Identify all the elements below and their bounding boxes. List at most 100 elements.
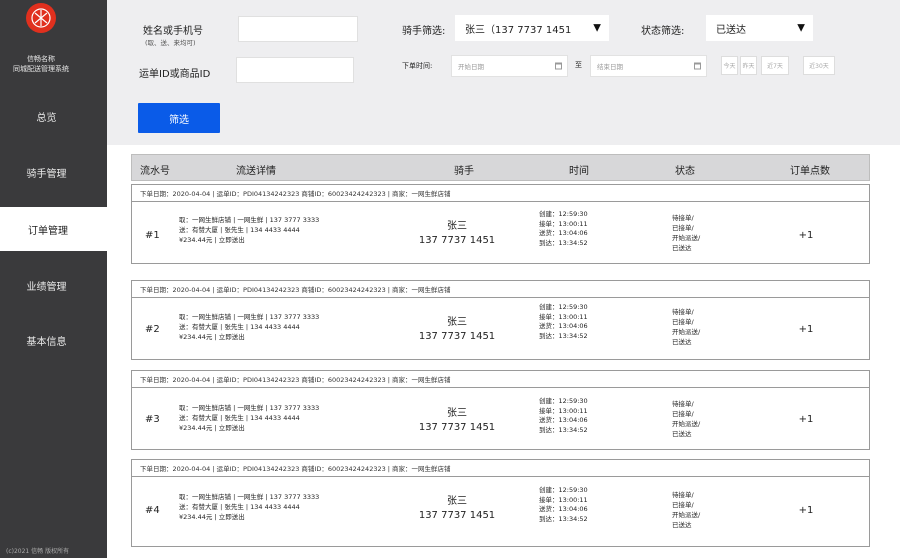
order-row[interactable]: 下单日期：2020-04-04 | 运单ID：PDI04134242323 商铺… (131, 280, 870, 360)
status-select[interactable]: 已送达 ▼ (706, 15, 813, 41)
rider-name: 张三 (447, 221, 467, 232)
sidebar-item-label: 骑手管理 (26, 168, 67, 180)
time-created: 创建：12:59:30 (539, 210, 588, 218)
time-created: 创建：12:59:30 (539, 397, 588, 405)
end-date-input[interactable]: 结束日期 (590, 55, 707, 77)
status-step: 开始派送/ (672, 234, 701, 242)
order-times: 创建：12:59:30 接单：13:00:11 送货：13:04:06 到达：1… (539, 397, 588, 435)
order-status: 待接单/ 已接单/ 开始派送/ 已送达 (672, 399, 700, 439)
order-rider: 张三 137 7737 1451 (402, 316, 512, 344)
sidebar-item-orders[interactable]: 订单管理 (0, 207, 110, 251)
order-id-input[interactable] (236, 57, 354, 83)
order-row[interactable]: 下单日期：2020-04-04 | 运单ID：PDI04134242323 商铺… (131, 459, 870, 547)
sidebar-item-riders[interactable]: 骑手管理 (0, 150, 107, 194)
time-arrived: 到达：13:34:52 (539, 514, 588, 523)
name-phone-input[interactable] (238, 16, 358, 42)
order-status: 待接单/ 已接单/ 开始派送/ 已送达 (672, 213, 700, 253)
order-index: #3 (145, 414, 160, 425)
sidebar-item-label: 基本信息 (26, 336, 67, 348)
time-accepted: 接单：13:00:11 (539, 312, 588, 321)
pickup-line: 取：一网生鲜店铺 | 一网生鲜 | 137 3777 3333 (179, 493, 320, 501)
quick-yesterday-button[interactable]: 昨天 (740, 56, 757, 75)
time-created: 创建：12:59:30 (539, 303, 588, 311)
time-arrived: 到达：13:34:52 (539, 331, 588, 340)
price-line: ¥234.44元 | 立即送出 (179, 513, 245, 521)
order-times: 创建：12:59:30 接单：13:00:11 送货：13:04:06 到达：1… (539, 303, 588, 341)
status-step: 已送达 (672, 338, 692, 346)
status-step: 已接单/ (672, 410, 694, 418)
sidebar-item-label: 业绩管理 (26, 281, 67, 293)
status-step: 已接单/ (672, 224, 694, 232)
rider-phone: 137 7737 1451 (418, 235, 496, 246)
sidebar-item-performance[interactable]: 业绩管理 (0, 263, 107, 307)
col-time: 时间 (569, 166, 589, 177)
order-rider: 张三 137 7737 1451 (402, 220, 512, 248)
rider-select[interactable]: 张三（137 7737 1451 ▼ (455, 15, 609, 41)
calendar-icon (555, 62, 562, 70)
order-meta: 下单日期：2020-04-04 | 运单ID：PDI04134242323 商铺… (132, 281, 869, 298)
brand-name: 信畅名称 (27, 55, 55, 63)
price-line: ¥234.44元 | 立即送出 (179, 424, 245, 432)
sidebar-item-label: 总览 (36, 112, 57, 124)
status-step: 已接单/ (672, 501, 694, 509)
order-status: 待接单/ 已接单/ 开始派送/ 已送达 (672, 307, 700, 347)
time-arrived: 到达：13:34:52 (539, 425, 588, 434)
time-accepted: 接单：13:00:11 (539, 495, 588, 504)
time-delivering: 送货：13:04:06 (539, 416, 588, 424)
quick-7days-button[interactable]: 近7天 (761, 56, 789, 75)
order-row[interactable]: 下单日期：2020-04-04 | 运单ID：PDI04134242323 商铺… (131, 370, 870, 450)
search-button[interactable]: 筛选 (138, 103, 220, 133)
quick-today-button[interactable]: 今天 (721, 56, 738, 75)
status-select-value: 已送达 (716, 24, 746, 36)
status-step: 已接单/ (672, 318, 694, 326)
col-status: 状态 (675, 166, 695, 177)
status-filter-label: 状态筛选: (641, 26, 685, 37)
rider-phone: 137 7737 1451 (418, 422, 496, 433)
status-step: 待接单/ (672, 400, 694, 408)
status-step: 已送达 (672, 521, 692, 529)
time-accepted: 接单：13:00:11 (539, 219, 588, 228)
col-detail: 流送详情 (236, 166, 276, 177)
time-arrived: 到达：13:34:52 (539, 238, 588, 247)
order-rider: 张三 137 7737 1451 (402, 407, 512, 435)
order-row[interactable]: 下单日期：2020-04-04 | 运单ID：PDI04134242323 商铺… (131, 184, 870, 264)
chevron-down-icon: ▼ (593, 22, 601, 34)
price-line: ¥234.44元 | 立即送出 (179, 333, 245, 341)
quick-30days-button[interactable]: 近30天 (803, 56, 835, 75)
rider-name: 张三 (447, 496, 467, 507)
start-date-input[interactable]: 开始日期 (451, 55, 568, 77)
order-meta: 下单日期：2020-04-04 | 运单ID：PDI04134242323 商铺… (132, 371, 869, 388)
delivery-line: 送：有赞大厦 | 张先生 | 134 4433 4444 (179, 226, 300, 234)
order-times: 创建：12:59:30 接单：13:00:11 送货：13:04:06 到达：1… (539, 210, 588, 248)
time-created: 创建：12:59:30 (539, 486, 588, 494)
start-date-placeholder: 开始日期 (458, 63, 484, 71)
sidebar-item-overview[interactable]: 总览 (0, 94, 107, 138)
sidebar-item-label: 订单管理 (28, 225, 68, 237)
delivery-line: 送：有赞大厦 | 张先生 | 134 4433 4444 (179, 503, 300, 511)
delivery-line: 送：有赞大厦 | 张先生 | 134 4433 4444 (179, 323, 300, 331)
order-detail: 取：一网生鲜店铺 | 一网生鲜 | 137 3777 3333 送：有赞大厦 |… (179, 215, 319, 245)
rider-name: 张三 (447, 317, 467, 328)
order-count: +1 (798, 324, 814, 335)
status-step: 开始派送/ (672, 328, 701, 336)
status-step: 开始派送/ (672, 420, 701, 428)
rider-phone: 137 7737 1451 (418, 510, 496, 521)
status-step: 已送达 (672, 244, 692, 252)
col-serial: 流水号 (140, 166, 170, 177)
rider-select-value: 张三（137 7737 1451 (465, 24, 572, 36)
end-date-placeholder: 结束日期 (597, 63, 623, 71)
order-rider: 张三 137 7737 1451 (402, 495, 512, 523)
brand-subtitle: 同城配送管理系统 (13, 65, 69, 73)
status-step: 已送达 (672, 430, 692, 438)
col-count: 订单点数 (790, 166, 830, 177)
rider-name: 张三 (447, 408, 467, 419)
sidebar: 信畅名称 同城配送管理系统 总览 骑手管理 订单管理 业绩管理 基本信息 (c)… (0, 0, 110, 558)
pickup-line: 取：一网生鲜店铺 | 一网生鲜 | 137 3777 3333 (179, 216, 320, 224)
status-step: 待接单/ (672, 214, 694, 222)
col-rider: 骑手 (454, 166, 474, 177)
sidebar-item-basic-info[interactable]: 基本信息 (0, 318, 107, 362)
table-header: 流水号 流送详情 骑手 时间 状态 订单点数 (131, 154, 870, 181)
order-id-label: 运单ID或商品ID (139, 69, 211, 80)
order-status: 待接单/ 已接单/ 开始派送/ 已送达 (672, 490, 700, 530)
time-delivering: 送货：13:04:06 (539, 505, 588, 513)
